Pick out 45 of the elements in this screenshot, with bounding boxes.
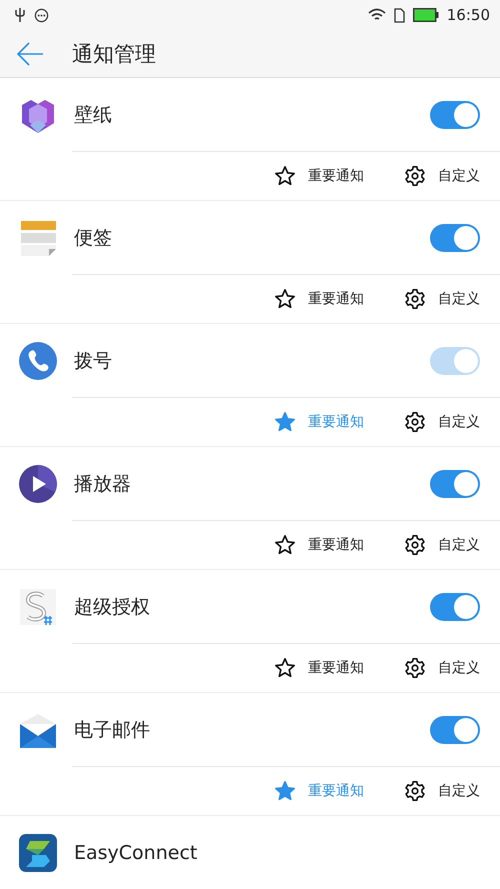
star-icon <box>274 657 296 679</box>
notification-switch[interactable] <box>430 100 480 128</box>
important-notification-toggle[interactable]: 重要通知 <box>274 288 364 310</box>
star-icon <box>274 534 296 556</box>
s-hash-app-icon <box>18 586 58 626</box>
usb-icon <box>14 7 26 23</box>
customize-button[interactable]: 自定义 <box>404 534 480 556</box>
star-icon <box>274 165 296 187</box>
app-name: 壁纸 <box>74 102 113 128</box>
customize-button[interactable]: 自定义 <box>404 657 480 679</box>
important-notification-toggle[interactable]: 重要通知 <box>274 657 364 679</box>
battery-icon <box>412 8 439 22</box>
settings-icon <box>404 534 426 556</box>
customize-button[interactable]: 自定义 <box>404 288 480 310</box>
notification-switch[interactable] <box>430 224 480 252</box>
app-name: 超级授权 <box>74 594 151 620</box>
wifi-icon <box>368 8 386 22</box>
chat-icon <box>34 8 49 22</box>
settings-icon <box>404 288 426 310</box>
settings-icon <box>404 165 426 187</box>
star-icon <box>274 411 296 433</box>
app-name: EasyConnect <box>74 842 198 864</box>
app-name: 播放器 <box>74 472 132 496</box>
play-app-icon <box>18 464 58 504</box>
notification-switch[interactable] <box>430 470 480 498</box>
chevron-app-icon <box>18 832 58 872</box>
customize-button[interactable]: 自定义 <box>404 165 480 187</box>
back-arrow-icon[interactable] <box>16 42 44 66</box>
important-notification-toggle[interactable]: 重要通知 <box>274 534 364 556</box>
sim-card-icon <box>394 8 405 22</box>
app-name: 便签 <box>74 226 113 250</box>
settings-icon <box>404 780 426 802</box>
app-name: 电子邮件 <box>74 718 151 742</box>
important-notification-toggle[interactable]: 重要通知 <box>274 165 364 187</box>
star-icon <box>274 780 296 802</box>
settings-icon <box>404 657 426 679</box>
app-name: 拨号 <box>74 348 113 374</box>
settings-icon <box>404 411 426 433</box>
customize-button[interactable]: 自定义 <box>404 780 480 802</box>
notification-switch[interactable] <box>430 592 480 620</box>
page-title: 通知管理 <box>72 40 156 68</box>
notification-switch[interactable] <box>430 716 480 744</box>
star-icon <box>274 288 296 310</box>
status-time: 16:50 <box>446 6 490 24</box>
phone-app-icon <box>18 340 58 380</box>
